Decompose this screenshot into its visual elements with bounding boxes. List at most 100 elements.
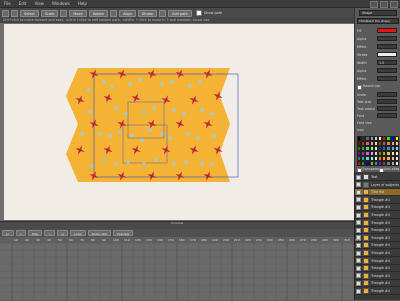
menu-item-edit[interactable]: Edit — [15, 0, 31, 7]
layer-row[interactable]: Triangle #4 — [355, 219, 400, 227]
layer-row[interactable]: Triangle #4 — [355, 212, 400, 219]
color-palette[interactable] — [357, 136, 399, 166]
layer-visible-checkbox[interactable] — [356, 242, 361, 248]
move-button[interactable]: Move — [69, 9, 87, 17]
menu-item-help[interactable]: Help — [74, 0, 91, 7]
dot-shape — [160, 82, 164, 86]
timeline-control-button[interactable]: < — [15, 230, 27, 236]
layer-name: Triangle #4 — [371, 235, 390, 240]
effect-field[interactable] — [377, 44, 397, 49]
dot-shape — [172, 162, 176, 166]
layer-visible-checkbox[interactable] — [356, 174, 361, 180]
layer-visible-checkbox[interactable] — [356, 273, 361, 279]
scale-button[interactable]: Scale — [40, 9, 59, 17]
stroke-effect-field[interactable] — [377, 76, 397, 81]
timeline-control-button[interactable]: Preview — [113, 230, 134, 236]
dot-shape — [140, 138, 144, 142]
layer-row[interactable]: Layer of subjects — [355, 181, 400, 189]
pattern-artwork[interactable] — [4, 24, 360, 220]
add-path-button[interactable]: Add path — [168, 9, 192, 17]
layer-row[interactable]: Triangle #4 — [355, 227, 400, 235]
timeline-control-button[interactable]: |< — [2, 230, 14, 236]
layer-visible-checkbox[interactable] — [356, 258, 361, 264]
layer-row[interactable]: Triangle #4 — [355, 288, 400, 295]
width-field[interactable]: 1.5 — [377, 60, 397, 65]
layer-name: Text — [371, 175, 378, 179]
layer-row[interactable]: Triangle #4 — [355, 257, 400, 265]
layer-visible-checkbox[interactable] — [356, 189, 361, 195]
dot-shape — [188, 84, 192, 88]
font-field[interactable] — [377, 113, 397, 118]
timeline-control-button[interactable]: > — [44, 230, 55, 236]
stroke-alpha-field[interactable] — [377, 68, 397, 73]
layer-name: Triangle #4 — [371, 205, 390, 210]
timeline-control-button[interactable]: Play — [28, 230, 43, 236]
layer-row[interactable]: Title fist — [355, 189, 400, 197]
layer-name: Triangle #4 — [371, 281, 390, 286]
timeline-grid — [0, 242, 365, 300]
stroke-label: Stroke — [357, 53, 368, 57]
rotate-button[interactable]: Rotate — [88, 9, 109, 17]
layer-visible-checkbox[interactable] — [356, 280, 361, 286]
layer-row[interactable]: Text — [355, 174, 400, 181]
name-field[interactable]: TRIANGLE the shape — [357, 18, 399, 24]
layer-color-icon — [363, 189, 369, 196]
show-path-checkbox[interactable] — [195, 10, 202, 16]
layer-visible-checkbox[interactable] — [356, 212, 361, 218]
dot-shape — [170, 80, 174, 84]
dot-shape — [210, 112, 214, 116]
layer-color-icon — [363, 212, 369, 218]
layer-row[interactable]: Triangle #4 — [355, 265, 400, 273]
dot-shape — [148, 128, 152, 132]
stroke-color-swatch[interactable] — [377, 52, 397, 57]
timeline-control-button[interactable]: Onion skin — [87, 230, 112, 236]
redo-icon[interactable] — [11, 9, 18, 17]
stage[interactable] — [4, 24, 360, 220]
layer-visible-checkbox[interactable] — [356, 220, 361, 226]
text-colour-field[interactable] — [377, 106, 397, 111]
layer-visible-checkbox[interactable] — [356, 182, 361, 188]
pen-icon[interactable] — [159, 9, 167, 17]
close-icon[interactable] — [390, 1, 398, 8]
timeline-control-button[interactable]: >| — [56, 230, 69, 236]
alpha-field[interactable] — [377, 36, 397, 41]
maximize-icon[interactable] — [380, 1, 388, 8]
layer-name: Triangle #4 — [371, 266, 390, 271]
menu-item-file[interactable]: File — [0, 0, 15, 7]
fill-color-swatch[interactable] — [377, 28, 397, 33]
layer-row[interactable]: Triangle #4 — [355, 196, 400, 204]
round-cap-checkbox[interactable] — [357, 85, 362, 90]
layer-row[interactable]: Triangle #4 — [355, 272, 400, 280]
layer-visible-checkbox[interactable] — [356, 288, 361, 294]
dot-shape — [138, 78, 142, 82]
layer-visible-checkbox[interactable] — [356, 265, 361, 271]
menu-item-windows[interactable]: Windows — [48, 0, 74, 7]
dot-shape — [88, 110, 92, 114]
layer-row[interactable]: Triangle #4 — [355, 242, 400, 250]
align-button[interactable]: Align — [119, 9, 136, 17]
text-size-field[interactable] — [377, 99, 397, 104]
grid-icon[interactable] — [110, 9, 118, 17]
layers-panel: Text Layer of subjects Title fist Triangle … — [354, 172, 400, 300]
scale-field[interactable] — [377, 92, 397, 97]
layer-visible-checkbox[interactable] — [356, 227, 361, 233]
layer-row[interactable]: Triangle #4 — [355, 234, 400, 242]
zoom-icon[interactable] — [60, 9, 68, 17]
layer-visible-checkbox[interactable] — [356, 250, 361, 256]
menu-item-view[interactable]: View — [30, 0, 48, 7]
layer-row[interactable]: Triangle #4 — [355, 204, 400, 212]
layer-visible-checkbox[interactable] — [356, 197, 361, 203]
minimize-icon[interactable] — [370, 1, 378, 8]
stroke-button[interactable]: Stroke — [137, 9, 158, 17]
menu-bar: File Edit View Windows Help — [0, 0, 400, 8]
dot-shape — [200, 162, 204, 166]
layer-visible-checkbox[interactable] — [356, 204, 361, 210]
shape-dropdown[interactable]: Shape — [359, 10, 397, 16]
timeline-tracks[interactable] — [0, 242, 365, 300]
timeline-control-button[interactable]: Loop — [70, 230, 86, 236]
select-button[interactable]: Select — [20, 9, 39, 17]
layer-row[interactable]: Triangle #4 — [355, 250, 400, 257]
layer-row[interactable]: Triangle #4 — [355, 280, 400, 288]
undo-icon[interactable] — [2, 9, 9, 17]
dot-shape — [152, 106, 156, 110]
